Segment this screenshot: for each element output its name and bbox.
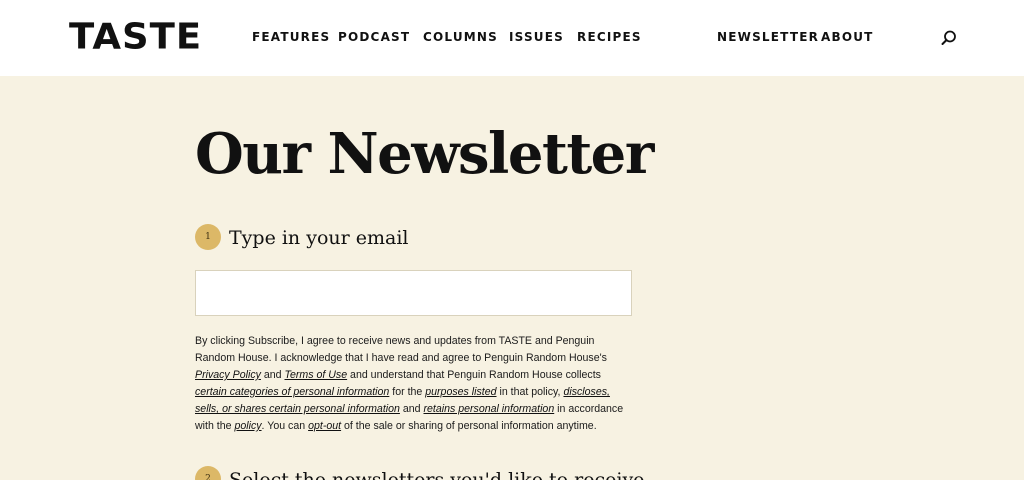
email-input[interactable] <box>195 270 632 316</box>
nav-recipes[interactable]: RECIPES <box>577 30 642 44</box>
step-2-badge: 2 <box>195 466 221 480</box>
nav-issues[interactable]: ISSUES <box>509 30 564 44</box>
certain-categories-link[interactable]: certain categories of personal informati… <box>195 386 389 398</box>
nav-columns[interactable]: COLUMNS <box>423 30 498 44</box>
policy-link[interactable]: policy <box>234 420 261 432</box>
page-title: Our Newsletter <box>195 121 654 187</box>
nav-about[interactable]: ABOUT <box>821 30 874 44</box>
terms-of-use-link[interactable]: Terms of Use <box>285 369 348 381</box>
nav-podcast[interactable]: PODCAST <box>338 30 410 44</box>
step-2-title: Select the newsletters you'd like to rec… <box>229 469 645 480</box>
step-1-title: Type in your email <box>229 227 409 249</box>
opt-out-link[interactable]: opt-out <box>308 420 341 432</box>
purposes-listed-link[interactable]: purposes listed <box>425 386 496 398</box>
search-icon[interactable] <box>940 29 958 47</box>
taste-logo[interactable]: TASTE <box>69 18 202 56</box>
nav-newsletter[interactable]: NEWSLETTER <box>717 30 819 44</box>
step-1-badge: 1 <box>195 224 221 250</box>
retains-link[interactable]: retains personal information <box>423 403 554 415</box>
nav-features[interactable]: FEATURES <box>252 30 330 44</box>
privacy-policy-link[interactable]: Privacy Policy <box>195 369 261 381</box>
legal-text: By clicking Subscribe, I agree to receiv… <box>195 335 624 432</box>
site-header: TASTE FEATURES PODCAST COLUMNS ISSUES RE… <box>0 0 1024 76</box>
